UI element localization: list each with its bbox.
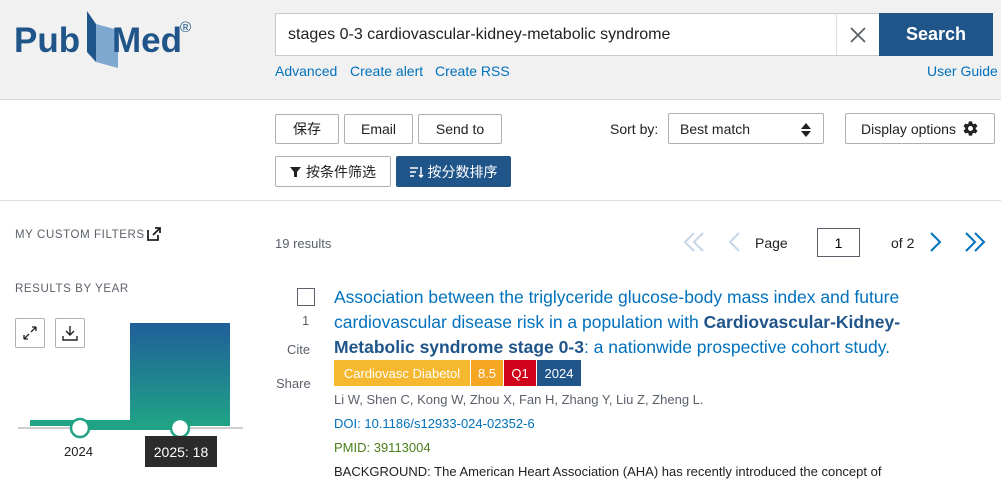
email-label: Email [360,121,396,137]
advanced-link[interactable]: Advanced [275,63,337,79]
previous-page-icon[interactable] [728,231,742,253]
result-number: 1 [302,313,310,328]
cite-button[interactable]: Cite [287,342,310,357]
results-by-year-label: RESULTS BY YEAR [15,283,129,295]
save-button[interactable]: 保存 [275,114,339,144]
email-button[interactable]: Email [344,114,413,144]
sort-value: Best match [680,120,751,137]
sort-lines-icon [409,166,423,178]
score-sort-label: 按分数排序 [427,163,498,180]
pubmed-logo[interactable]: Pub Med ® [14,8,199,70]
user-guide-link[interactable]: User Guide [927,63,998,79]
year-tooltip: 2025: 18 [145,436,217,467]
results-count: 19 results [275,236,332,251]
next-page-icon[interactable] [928,231,942,253]
search-input[interactable] [276,14,836,55]
range-handle-end[interactable] [169,417,191,439]
gear-icon [963,121,978,136]
svg-text:®: ® [180,19,191,36]
send-to-button[interactable]: Send to [418,114,502,144]
score-sort-button[interactable]: 按分数排序 [396,156,511,187]
create-rss-link[interactable]: Create RSS [435,63,510,79]
title-part-2: : a nationwide prospective cohort study. [583,337,891,357]
journal-badge: Cardiovasc Diabetol [334,360,470,386]
search-box [275,13,880,56]
my-custom-filters-label[interactable]: MY CUSTOM FILTERS [15,229,145,241]
pmid: PMID: 39113004 [334,440,431,455]
doi-link[interactable]: DOI: 10.1186/s12933-024-02352-6 [334,416,535,431]
page-total: of 2 [891,235,915,251]
select-article-checkbox[interactable] [297,288,315,306]
impact-factor-badge: 8.5 [471,360,503,386]
funnel-icon [290,166,301,177]
display-options-button[interactable]: Display options [845,113,995,144]
filter-label: 按条件筛选 [306,163,376,180]
range-handle-start[interactable] [69,417,91,439]
bar-2025[interactable] [130,323,230,426]
abstract-snippet: BACKGROUND: The American Heart Associati… [334,464,882,479]
divider [0,200,1001,201]
clear-search-button[interactable] [836,14,879,55]
article-title-link[interactable]: Association between the triglyceride glu… [334,285,934,360]
last-page-icon[interactable] [964,231,986,253]
external-link-icon[interactable] [147,227,161,241]
sort-arrows-icon [801,123,811,137]
sort-select[interactable]: Best match [668,113,824,144]
search-button[interactable]: Search [879,13,993,56]
sort-label: Sort by: [610,121,659,137]
svg-text:Med: Med [112,21,182,60]
quartile-badge: Q1 [504,360,536,386]
year-histogram[interactable] [0,300,260,481]
header: Pub Med ® Search Advanced Create alert C… [0,0,1001,100]
filter-button[interactable]: 按条件筛选 [275,156,391,187]
display-options-label: Display options [861,120,956,137]
share-button[interactable]: Share [276,376,311,391]
create-alert-link[interactable]: Create alert [350,63,423,79]
close-icon [850,26,866,43]
page-input[interactable] [817,228,860,257]
send-to-label: Send to [435,121,485,137]
authors: Li W, Shen C, Kong W, Zhou X, Fan H, Zha… [334,392,704,407]
svg-text:Pub: Pub [14,21,80,60]
first-page-icon[interactable] [683,231,705,253]
save-label: 保存 [293,121,321,137]
year-badge: 2024 [537,360,581,386]
year-label-2024: 2024 [64,444,93,459]
page-label: Page [755,235,788,251]
